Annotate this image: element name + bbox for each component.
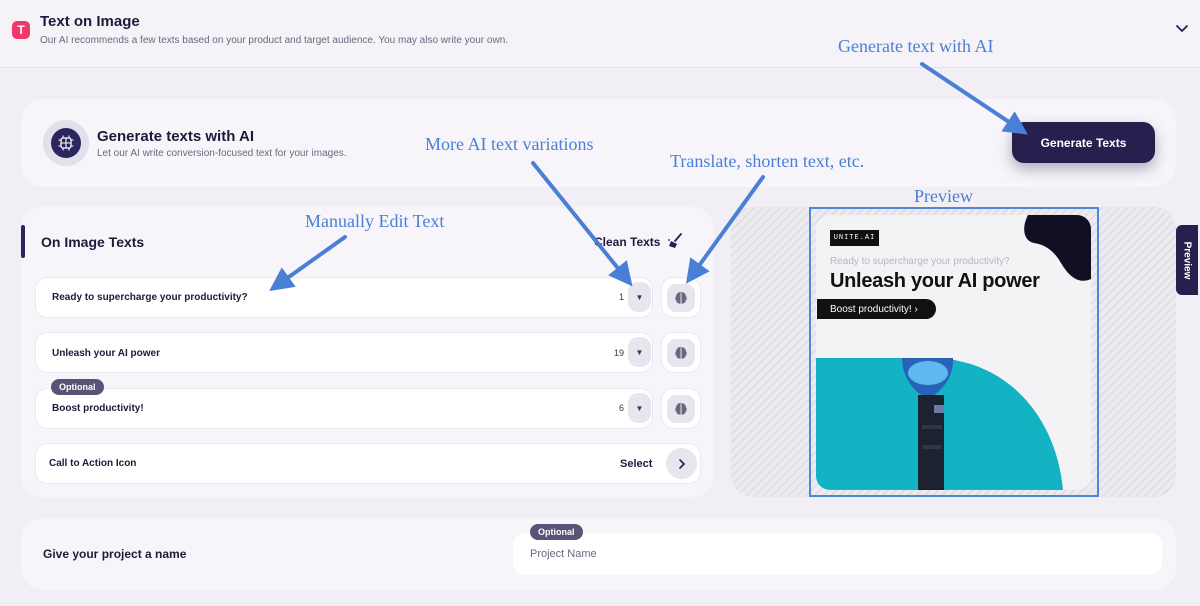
ai-brain-icon xyxy=(675,291,687,304)
optional-badge: Optional xyxy=(51,379,104,395)
clean-texts-button[interactable]: Clean Texts xyxy=(594,235,660,249)
preview-highlight-frame xyxy=(809,207,1099,497)
text-row-1-count: 1 xyxy=(618,292,624,302)
ai-tools-button-2[interactable] xyxy=(661,332,701,373)
panel-accent-bar xyxy=(21,225,25,258)
project-name-label: Give your project a name xyxy=(43,547,187,561)
text-on-image-icon: T xyxy=(12,21,30,39)
optional-badge: Optional xyxy=(530,524,583,540)
ai-brain-icon xyxy=(675,346,687,359)
annotation-preview: Preview xyxy=(914,186,973,206)
annotation-more-variations: More AI text variations xyxy=(425,134,594,154)
preview-tab-label: Preview xyxy=(1181,241,1193,279)
generate-subtitle: Let our AI write conversion-focused text… xyxy=(97,148,347,159)
variations-dropdown-3[interactable]: ▼ xyxy=(628,393,651,423)
variations-dropdown-2[interactable]: ▼ xyxy=(628,337,651,367)
panel-title: On Image Texts xyxy=(41,234,145,250)
variations-dropdown-1[interactable]: ▼ xyxy=(628,282,651,312)
text-row-3-value[interactable]: Boost productivity! xyxy=(52,403,144,414)
ai-tools-button-1[interactable] xyxy=(661,277,701,318)
generate-title: Generate texts with AI xyxy=(97,128,254,145)
chevron-down-icon[interactable] xyxy=(1174,20,1190,36)
annotation-translate: Translate, shorten text, etc. xyxy=(670,151,865,171)
ai-tools-button-3[interactable] xyxy=(661,388,701,429)
annotation-manual-edit: Manually Edit Text xyxy=(305,211,445,231)
text-row-2-count: 19 xyxy=(613,348,624,358)
generate-texts-button[interactable]: Generate Texts xyxy=(1012,122,1155,163)
section-title: Text on Image xyxy=(40,13,140,30)
caret-down-icon: ▼ xyxy=(635,347,644,357)
ai-brain-icon xyxy=(675,402,687,415)
ai-brain-icon xyxy=(43,120,89,166)
header-bar xyxy=(0,0,1200,68)
project-name-input[interactable] xyxy=(513,533,1162,575)
text-row-1-value[interactable]: Ready to supercharge your productivity? xyxy=(52,292,248,303)
chevron-right-icon[interactable] xyxy=(666,448,697,479)
annotation-generate-ai: Generate text with AI xyxy=(838,36,994,56)
caret-down-icon: ▼ xyxy=(635,403,644,413)
broom-icon[interactable] xyxy=(666,232,684,250)
text-row-3-count: 6 xyxy=(618,403,624,413)
cta-label: Call to Action Icon xyxy=(49,458,137,469)
section-subtitle: Our AI recommends a few texts based on y… xyxy=(40,35,509,46)
cta-select-button[interactable]: Select xyxy=(620,458,652,470)
preview-tab[interactable]: Preview xyxy=(1176,225,1198,295)
text-row-2-value[interactable]: Unleash your AI power xyxy=(52,348,160,359)
caret-down-icon: ▼ xyxy=(635,292,644,302)
